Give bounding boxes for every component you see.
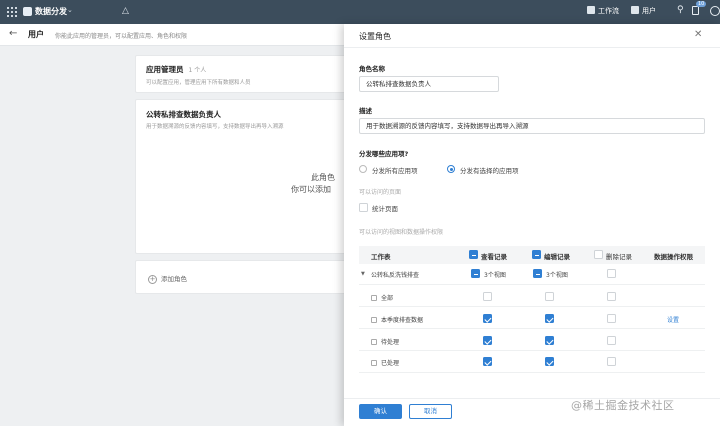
column-edit: 编辑记录 xyxy=(544,253,570,261)
view-row-edit-checkbox[interactable] xyxy=(545,292,554,301)
page-title: 用户 xyxy=(28,30,44,39)
view-icon xyxy=(371,339,377,345)
apps-grid-icon[interactable] xyxy=(7,7,17,17)
drawer-title: 设置角色 xyxy=(359,32,391,41)
chevron-down-icon[interactable]: ⌄ xyxy=(67,6,73,14)
description-label: 描述 xyxy=(359,107,372,115)
view-row-name: 全部 xyxy=(371,293,393,302)
radio-distribute-all[interactable] xyxy=(359,165,367,173)
row-divider xyxy=(359,284,705,285)
role-name-input[interactable]: 公转私排查数据负责人 xyxy=(359,76,499,92)
row-divider xyxy=(359,350,705,351)
role-description: 可以配置应用，管理应用下所有数据和人员 xyxy=(146,80,251,86)
close-icon[interactable]: ✕ xyxy=(694,29,702,40)
expand-triangle-icon[interactable]: ▼ xyxy=(361,271,365,277)
sheet-view-checkbox[interactable] xyxy=(471,269,480,278)
confirm-button[interactable]: 确认 xyxy=(359,404,402,419)
users-icon xyxy=(631,6,639,14)
column-view: 查看记录 xyxy=(481,253,507,261)
role-card-admin[interactable]: 应用管理员 1 个人 可以配置应用，管理应用下所有数据和人员 xyxy=(135,55,350,93)
view-icon xyxy=(371,295,377,301)
view-row-delete-checkbox[interactable] xyxy=(607,357,616,366)
radio-distribute-selected[interactable] xyxy=(447,165,455,173)
view-row-view-checkbox[interactable] xyxy=(483,314,492,323)
view-row-delete-checkbox[interactable] xyxy=(607,336,616,345)
role-name: 公转私排查数据负责人 xyxy=(146,110,221,119)
search-icon[interactable]: ⚲ xyxy=(677,5,684,15)
column-delete: 删除记录 xyxy=(606,253,632,261)
view-row-view-checkbox[interactable] xyxy=(483,292,492,301)
notification-icon[interactable] xyxy=(692,6,699,15)
sheet-view-count[interactable]: 3个视图 xyxy=(484,270,506,279)
view-row-name: 本季度排查数据 xyxy=(371,315,423,324)
app-name[interactable]: 数据分发 xyxy=(35,6,67,17)
drawer-header: 设置角色 ✕ xyxy=(344,24,720,48)
app-cube-icon xyxy=(23,7,32,16)
permissions-label: 可以访问的视图和数据操作权限 xyxy=(359,229,444,236)
view-row-edit-checkbox[interactable] xyxy=(545,314,554,323)
view-row-view-checkbox[interactable] xyxy=(483,336,492,345)
view-icon xyxy=(371,317,377,323)
role-name: 应用管理员 1 个人 xyxy=(146,65,207,74)
view-icon xyxy=(371,360,377,366)
cancel-button[interactable]: 取消 xyxy=(409,404,452,419)
notification-badge: 10 xyxy=(696,1,707,7)
radio-distribute-all-label: 分发所有应用项 xyxy=(372,167,418,175)
role-name-label: 角色名称 xyxy=(359,65,385,73)
column-sheet: 工作表 xyxy=(371,253,391,261)
top-navigation-bar: 数据分发 ⌄ △ 工作流 用户 ⚲ 10 xyxy=(0,0,720,24)
checkbox-delete-all[interactable] xyxy=(594,250,603,259)
radio-distribute-selected-label: 分发有选择的应用项 xyxy=(460,167,519,175)
sheet-delete-checkbox[interactable] xyxy=(607,269,616,278)
role-member-count: 1 个人 xyxy=(188,67,207,74)
view-row-delete-checkbox[interactable] xyxy=(607,314,616,323)
pages-label: 可以访问的页面 xyxy=(359,189,402,196)
column-data-ops: 数据操作权限 xyxy=(654,253,693,261)
checkbox-view-all[interactable] xyxy=(469,250,478,259)
users-link[interactable]: 用户 xyxy=(631,6,656,16)
watermark: @稀土掘金技术社区 xyxy=(571,399,675,412)
row-divider xyxy=(359,372,705,373)
avatar[interactable] xyxy=(710,6,720,16)
page-description: 你能此应用的管理员，可以配置应用、角色和权限 xyxy=(55,33,188,40)
sheet-edit-count[interactable]: 3个视图 xyxy=(546,270,568,279)
page-checkbox-stats[interactable] xyxy=(359,203,368,212)
workflow-label: 工作流 xyxy=(598,7,619,15)
view-row-view-checkbox[interactable] xyxy=(483,357,492,366)
view-row-name: 已处理 xyxy=(371,358,399,367)
empty-state-line2: 你可以添加 xyxy=(291,185,331,194)
sheet-name: 公转私反洗钱排查 xyxy=(371,272,420,279)
data-ops-settings-link[interactable]: 设置 xyxy=(667,315,679,324)
back-arrow-icon[interactable]: ← xyxy=(9,28,17,39)
row-divider xyxy=(359,306,705,307)
view-row-name: 待处理 xyxy=(371,337,399,346)
workflow-link[interactable]: 工作流 xyxy=(587,6,619,16)
role-description: 用于数据溯源的反馈内容填写，支持数据导出再导入溯源 xyxy=(146,124,284,130)
sheet-edit-checkbox[interactable] xyxy=(533,269,542,278)
add-role-button[interactable]: + 添加角色 xyxy=(148,273,187,284)
view-row-edit-checkbox[interactable] xyxy=(545,336,554,345)
workflow-icon xyxy=(587,6,595,14)
view-row-delete-checkbox[interactable] xyxy=(607,292,616,301)
role-card-data-owner[interactable]: 公转私排查数据负责人 用于数据溯源的反馈内容填写，支持数据导出再导入溯源 此角色… xyxy=(135,99,350,254)
network-icon[interactable]: △ xyxy=(122,6,129,16)
view-row-edit-checkbox[interactable] xyxy=(545,357,554,366)
plus-icon: + xyxy=(148,275,157,284)
distribution-label: 分发哪些应用项? xyxy=(359,150,409,158)
users-label: 用户 xyxy=(642,7,656,15)
add-role-label: 添加角色 xyxy=(161,275,187,283)
description-input[interactable]: 用于数据溯源的反馈内容填写，支持数据导出再导入溯源 xyxy=(359,118,705,134)
page-option-stats: 统计页面 xyxy=(372,205,398,213)
row-divider xyxy=(359,328,705,329)
checkbox-edit-all[interactable] xyxy=(532,250,541,259)
empty-state-line1: 此角色 xyxy=(311,173,335,182)
